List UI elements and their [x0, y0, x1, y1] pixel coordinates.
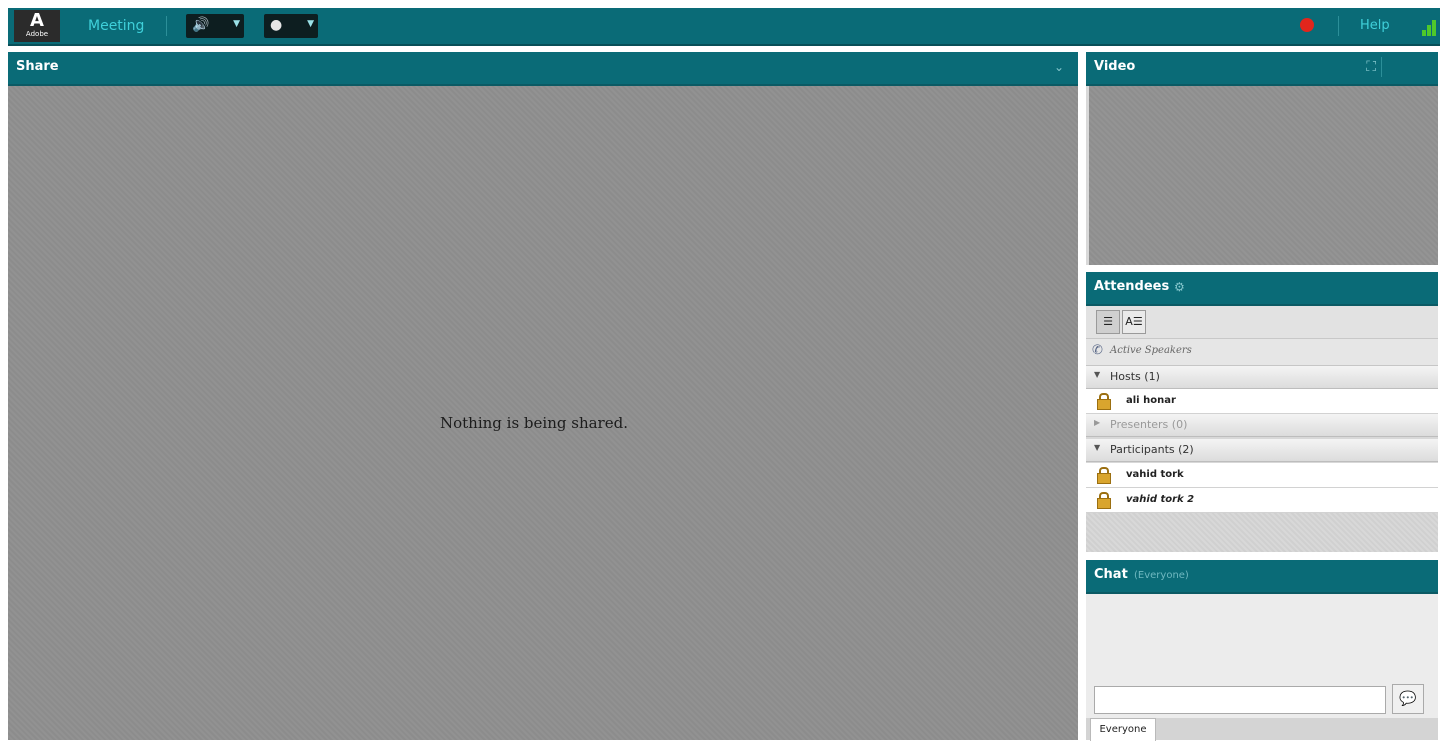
meeting-menu[interactable]: Meeting: [88, 18, 144, 34]
expand-arrow-icon: ▼: [1094, 370, 1101, 379]
adobe-a-icon: A: [30, 10, 44, 31]
help-menu[interactable]: Help: [1360, 18, 1390, 33]
attendee-row[interactable]: vahid tork 2: [1086, 488, 1438, 513]
share-empty-message: Nothing is being shared.: [440, 414, 628, 432]
attendees-pod: Attendees ⚙ ☰ A☰ ✆ Active Speakers ▼ Hos…: [1086, 272, 1438, 552]
logo-text: Adobe: [25, 30, 49, 38]
group-hosts[interactable]: ▼ Hosts (1): [1086, 366, 1438, 389]
fullscreen-icon[interactable]: ⛶: [1366, 59, 1376, 75]
lock-icon: [1096, 491, 1111, 509]
video-pod-title: Video: [1094, 59, 1136, 74]
attendee-name: vahid tork 2: [1126, 494, 1195, 505]
share-pod-header: Share ⌄: [8, 52, 1078, 86]
signal-icon: [1422, 16, 1440, 36]
separator: [1338, 16, 1339, 36]
sort-view-button[interactable]: A☰: [1122, 310, 1146, 334]
group-hosts-label: Hosts (1): [1110, 370, 1160, 383]
chat-area: 💬 Everyone: [1086, 594, 1438, 741]
group-presenters-label: Presenters (0): [1110, 418, 1188, 431]
chat-pod: Chat (Everyone) 💬 Everyone: [1086, 560, 1438, 741]
chat-audience-label: (Everyone): [1134, 570, 1189, 581]
chat-bubble-icon: 💬: [1399, 691, 1417, 707]
phone-icon: ✆: [1092, 343, 1103, 358]
speaker-icon: 🔊: [192, 17, 210, 33]
group-presenters[interactable]: ▶ Presenters (0): [1086, 414, 1438, 437]
share-pod: Share ⌄ Nothing is being shared.: [8, 52, 1078, 740]
group-participants[interactable]: ▼ Participants (2): [1086, 439, 1438, 462]
active-speakers-row: ✆ Active Speakers: [1086, 339, 1438, 366]
chat-tabs: Everyone: [1086, 718, 1438, 741]
expand-arrow-icon: ▼: [1094, 443, 1101, 452]
video-area: [1086, 86, 1438, 265]
webcam-icon: ●: [270, 17, 283, 33]
separator: [166, 16, 167, 36]
collapsed-arrow-icon: ▶: [1094, 418, 1101, 427]
adobe-logo: A Adobe: [14, 10, 60, 42]
share-area: Nothing is being shared.: [8, 86, 1078, 740]
record-icon[interactable]: [1300, 18, 1314, 32]
attendees-list: ☰ A☰ ✆ Active Speakers ▼ Hosts (1) ali h…: [1086, 306, 1438, 552]
attendees-pod-title: Attendees: [1094, 279, 1170, 294]
attendees-pod-header: Attendees ⚙: [1086, 272, 1438, 306]
list-view-button[interactable]: ☰: [1096, 310, 1120, 334]
share-pod-title: Share: [16, 59, 59, 74]
top-menu-bar: A Adobe Meeting 🔊 ▼ ● ▼ Help: [8, 8, 1440, 46]
attendees-options-icon[interactable]: ⚙: [1174, 280, 1185, 294]
chat-pod-header: Chat (Everyone): [1086, 560, 1438, 594]
attendees-empty-area: [1086, 513, 1438, 552]
lock-icon: [1096, 466, 1111, 484]
attendee-row[interactable]: ali honar: [1086, 389, 1438, 414]
attendee-name: ali honar: [1126, 395, 1176, 406]
host-icon: [1096, 392, 1111, 410]
chevron-down-icon[interactable]: ▼: [233, 19, 240, 29]
tab-everyone[interactable]: Everyone: [1090, 718, 1156, 741]
chat-pod-title: Chat: [1094, 567, 1128, 582]
chevron-down-icon[interactable]: ▼: [307, 19, 314, 29]
speaker-button[interactable]: 🔊 ▼: [186, 14, 244, 38]
attendee-name: vahid tork: [1126, 469, 1184, 480]
active-speakers-label: Active Speakers: [1110, 345, 1192, 356]
chat-input[interactable]: [1094, 686, 1386, 714]
video-pod-header: Video ⛶: [1086, 52, 1438, 86]
attendees-toolbar: ☰ A☰: [1086, 306, 1438, 339]
attendee-row[interactable]: vahid tork: [1086, 463, 1438, 488]
video-pod: Video ⛶: [1086, 52, 1438, 265]
webcam-button[interactable]: ● ▼: [264, 14, 318, 38]
pod-options-icon[interactable]: ⌄: [1054, 60, 1064, 74]
group-participants-label: Participants (2): [1110, 443, 1194, 456]
chat-send-button[interactable]: 💬: [1392, 684, 1424, 714]
separator: [1381, 57, 1382, 77]
